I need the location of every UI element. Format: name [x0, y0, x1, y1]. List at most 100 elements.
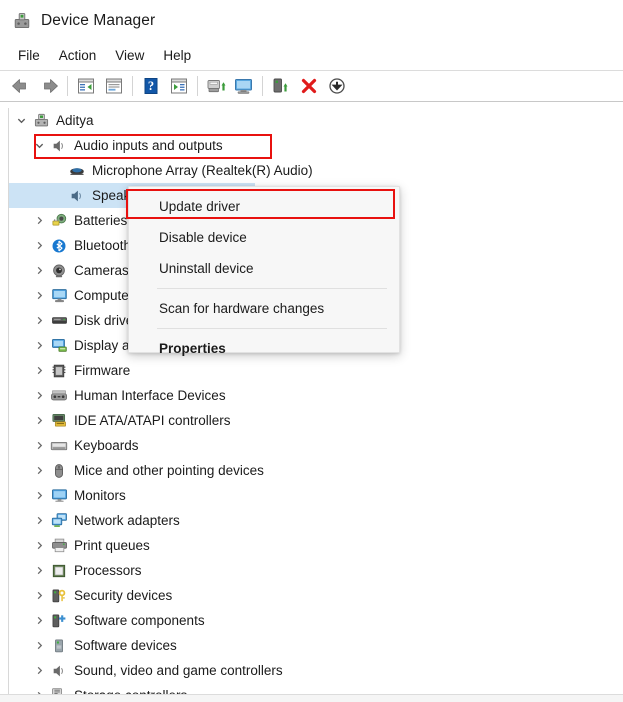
- disable-device-icon[interactable]: [323, 73, 351, 99]
- tree-row-label: Keyboards: [74, 437, 139, 453]
- title-bar: Device Manager: [0, 0, 623, 42]
- tree-row-label: Software components: [74, 612, 205, 628]
- context-menu-separator: [157, 328, 387, 329]
- chevron-down-icon[interactable]: [31, 141, 48, 150]
- computer-icon: [48, 287, 70, 305]
- speaker-icon: [48, 137, 70, 155]
- tree-row-security-devices[interactable]: Security devices: [9, 583, 609, 608]
- properties-icon[interactable]: [100, 73, 128, 99]
- tree-row-label: Sound, video and game controllers: [74, 662, 283, 678]
- microphone-array-icon: [66, 162, 88, 180]
- chevron-right-icon[interactable]: [31, 566, 48, 575]
- network-adapter-icon: [48, 512, 70, 530]
- window-title: Device Manager: [41, 12, 156, 29]
- chevron-right-icon[interactable]: [31, 216, 48, 225]
- disk-drive-icon: [48, 312, 70, 330]
- processor-icon: [48, 562, 70, 580]
- chevron-right-icon[interactable]: [31, 341, 48, 350]
- chevron-right-icon[interactable]: [31, 641, 48, 650]
- forward-arrow-icon[interactable]: [35, 73, 63, 99]
- menu-action[interactable]: Action: [51, 46, 108, 65]
- context-menu-separator: [157, 288, 387, 289]
- chevron-right-icon[interactable]: [31, 491, 48, 500]
- toolbar-separator: [262, 76, 263, 96]
- tree-row-label: Mice and other pointing devices: [74, 462, 264, 478]
- chevron-right-icon[interactable]: [31, 291, 48, 300]
- chevron-right-icon[interactable]: [31, 241, 48, 250]
- tree-row-keyboards[interactable]: Keyboards: [9, 433, 609, 458]
- toolbar: ?: [0, 70, 623, 101]
- chevron-right-icon[interactable]: [31, 366, 48, 375]
- update-driver-icon[interactable]: [202, 73, 230, 99]
- camera-icon: [48, 262, 70, 280]
- menu-file[interactable]: File: [10, 46, 51, 65]
- keyboard-icon: [48, 437, 70, 455]
- tree-row-label: Firmware: [74, 362, 131, 378]
- ide-controller-icon: [48, 412, 70, 430]
- ctx-uninstall-device[interactable]: Uninstall device: [129, 253, 399, 284]
- menu-view[interactable]: View: [107, 46, 155, 65]
- show-hide-console-tree-icon[interactable]: [72, 73, 100, 99]
- show-hide-action-pane-icon[interactable]: [165, 73, 193, 99]
- toolbar-separator: [197, 76, 198, 96]
- tree-row-network-adapters[interactable]: Network adapters: [9, 508, 609, 533]
- tree-row-label: IDE ATA/ATAPI controllers: [74, 412, 231, 428]
- back-arrow-icon[interactable]: [7, 73, 35, 99]
- tree-row-mice-and-other-pointing-devices[interactable]: Mice and other pointing devices: [9, 458, 609, 483]
- chevron-right-icon[interactable]: [31, 666, 48, 675]
- tree-row-sound-video-and-game-controllers[interactable]: Sound, video and game controllers: [9, 658, 609, 683]
- tree-row-label: Security devices: [74, 587, 173, 603]
- tree-row-label: Network adapters: [74, 512, 180, 528]
- mouse-icon: [48, 462, 70, 480]
- chevron-right-icon[interactable]: [31, 541, 48, 550]
- device-context-menu[interactable]: Update driver Disable device Uninstall d…: [128, 186, 400, 356]
- toolbar-separator: [67, 76, 68, 96]
- tree-row-label: Computer: [74, 287, 134, 303]
- firmware-icon: [48, 362, 70, 380]
- chevron-right-icon[interactable]: [31, 391, 48, 400]
- svg-text:?: ?: [148, 79, 154, 93]
- device-manager-window: Device Manager File Action View Help ? A…: [0, 0, 623, 702]
- speaker-icon: [66, 187, 88, 205]
- tree-row-monitors[interactable]: Monitors: [9, 483, 609, 508]
- display-adapter-icon: [48, 337, 70, 355]
- tree-row-audio-inputs-and-outputs[interactable]: Audio inputs and outputs: [9, 133, 609, 158]
- scan-for-hardware-changes-icon[interactable]: [230, 73, 258, 99]
- bluetooth-icon: [48, 237, 70, 255]
- hid-icon: [48, 387, 70, 405]
- tree-row-label: Aditya: [56, 112, 94, 128]
- ctx-scan-for-hardware-changes[interactable]: Scan for hardware changes: [129, 293, 399, 324]
- chevron-right-icon[interactable]: [31, 591, 48, 600]
- computer-root-icon: [30, 112, 52, 130]
- speaker-icon: [48, 662, 70, 680]
- help-icon[interactable]: ?: [137, 73, 165, 99]
- chevron-right-icon[interactable]: [31, 441, 48, 450]
- chevron-right-icon[interactable]: [31, 416, 48, 425]
- chevron-right-icon[interactable]: [31, 516, 48, 525]
- toolbar-separator: [132, 76, 133, 96]
- monitor-icon: [48, 487, 70, 505]
- chevron-right-icon[interactable]: [31, 266, 48, 275]
- enable-device-icon[interactable]: [267, 73, 295, 99]
- chevron-right-icon[interactable]: [31, 466, 48, 475]
- tree-row-root[interactable]: Aditya: [9, 108, 609, 133]
- tree-row-software-components[interactable]: Software components: [9, 608, 609, 633]
- tree-row-processors[interactable]: Processors: [9, 558, 609, 583]
- tree-row-human-interface-devices[interactable]: Human Interface Devices: [9, 383, 609, 408]
- tree-row-label: Software devices: [74, 637, 177, 653]
- tree-row-software-devices[interactable]: Software devices: [9, 633, 609, 658]
- chevron-right-icon[interactable]: [31, 616, 48, 625]
- tree-row-label: Cameras: [74, 262, 129, 278]
- ctx-update-driver[interactable]: Update driver: [129, 191, 399, 222]
- tree-row-label: Bluetooth: [74, 237, 132, 253]
- tree-row-microphone-array[interactable]: Microphone Array (Realtek(R) Audio): [9, 158, 609, 183]
- ctx-properties[interactable]: Properties: [129, 333, 399, 364]
- tree-row-label: Microphone Array (Realtek(R) Audio): [92, 162, 313, 178]
- tree-row-print-queues[interactable]: Print queues: [9, 533, 609, 558]
- ctx-disable-device[interactable]: Disable device: [129, 222, 399, 253]
- chevron-right-icon[interactable]: [31, 316, 48, 325]
- menu-help[interactable]: Help: [155, 46, 202, 65]
- tree-row-ide-ata-atapi-controllers[interactable]: IDE ATA/ATAPI controllers: [9, 408, 609, 433]
- uninstall-device-icon[interactable]: [295, 73, 323, 99]
- chevron-down-icon[interactable]: [13, 116, 30, 125]
